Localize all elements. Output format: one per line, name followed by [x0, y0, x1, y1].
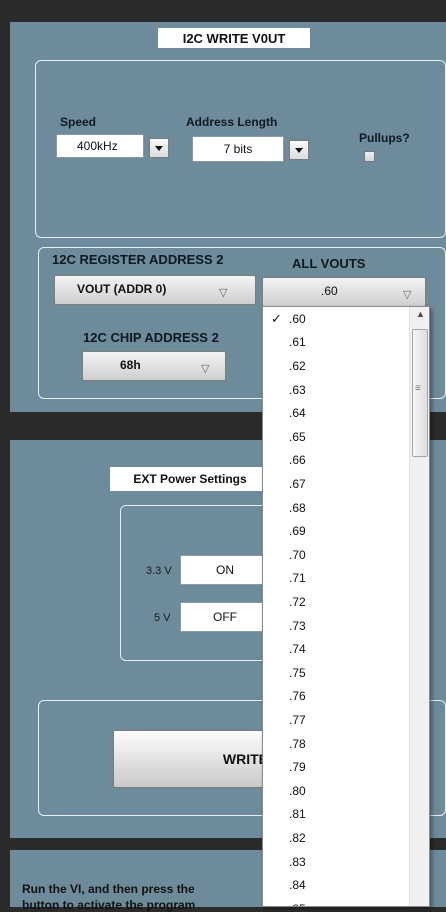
v5-status-field[interactable]: OFF [180, 602, 270, 632]
dropdown-option[interactable]: .65 [263, 425, 403, 449]
dropdown-option[interactable]: .74 [263, 637, 403, 661]
dropdown-option[interactable]: .71 [263, 567, 403, 591]
speed-value: 400kHz [77, 139, 118, 153]
dropdown-option[interactable]: .70 [263, 543, 403, 567]
dropdown-option[interactable]: .62 [263, 354, 403, 378]
chevron-down-icon [295, 147, 303, 153]
triangle-down-icon: ▽ [219, 287, 228, 299]
triangle-down-icon: ▽ [201, 363, 210, 375]
v33-label: 3.3 V [146, 565, 172, 577]
register-address-ring[interactable]: VOUT (ADDR 0) ▽ [54, 275, 256, 305]
all-vouts-label: ALL VOUTS [292, 256, 366, 271]
dropdown-scrollbar[interactable]: ▲ ≡ [409, 307, 429, 906]
address-length-label: Address Length [186, 115, 278, 129]
dropdown-option[interactable]: .81 [263, 803, 403, 827]
dropdown-option[interactable]: .76 [263, 685, 403, 709]
panel-title-i2c-write: I2C WRITE V0UT [158, 28, 310, 48]
dropdown-option[interactable]: .66 [263, 449, 403, 473]
v33-status-field[interactable]: ON [180, 555, 270, 585]
chevron-down-icon [155, 145, 163, 151]
all-vouts-value: .60 [321, 284, 338, 298]
register-address-value: VOUT (ADDR 0) [77, 282, 167, 296]
speed-label: Speed [60, 115, 97, 129]
chip-address-label: 12C CHIP ADDRESS 2 [83, 330, 219, 345]
pullups-checkbox[interactable] [364, 151, 375, 162]
dropdown-option[interactable]: .69 [263, 519, 403, 543]
instructions-line-1: Run the VI, and then press the [22, 882, 195, 896]
pullups-label: Pullups? [359, 131, 410, 145]
dropdown-option[interactable]: .75 [263, 661, 403, 685]
dropdown-option[interactable]: .82 [263, 826, 403, 850]
speed-field[interactable]: 400kHz [56, 134, 144, 158]
dropdown-option[interactable]: .80 [263, 779, 403, 803]
dropdown-option[interactable]: .60 [263, 307, 403, 331]
dropdown-option[interactable]: .85 [263, 897, 403, 906]
v5-label: 5 V [154, 612, 171, 624]
triangle-down-icon: ▽ [403, 289, 412, 301]
all-vouts-dropdown-list: .60.61.62.63.64.65.66.67.68.69.70.71.72.… [262, 306, 430, 907]
dropdown-option[interactable]: .73 [263, 614, 403, 638]
speed-dropdown-button[interactable] [149, 138, 169, 158]
scrollbar-thumb[interactable]: ≡ [412, 329, 428, 457]
chip-address-ring[interactable]: 68h ▽ [82, 351, 226, 381]
dropdown-option[interactable]: .78 [263, 732, 403, 756]
arrow-up-icon[interactable]: ▲ [416, 309, 425, 319]
all-vouts-ring[interactable]: .60 ▽ [262, 277, 426, 307]
dropdown-option[interactable]: .77 [263, 708, 403, 732]
panel-title-ext-power: EXT Power Settings [110, 467, 270, 491]
grip-icon: ≡ [415, 383, 421, 394]
dropdown-option[interactable]: .64 [263, 401, 403, 425]
dropdown-option[interactable]: .67 [263, 472, 403, 496]
dropdown-option[interactable]: .83 [263, 850, 403, 874]
v33-status-value: ON [216, 563, 234, 577]
instructions-line-2: button to activate the program [22, 898, 196, 912]
dropdown-option[interactable]: .68 [263, 496, 403, 520]
dropdown-options: .60.61.62.63.64.65.66.67.68.69.70.71.72.… [263, 307, 405, 906]
dropdown-option[interactable]: .84 [263, 873, 403, 897]
register-address-label: 12C REGISTER ADDRESS 2 [52, 252, 224, 267]
v5-status-value: OFF [213, 610, 237, 624]
dropdown-option[interactable]: .72 [263, 590, 403, 614]
dropdown-option[interactable]: .63 [263, 378, 403, 402]
address-length-value: 7 bits [223, 142, 253, 156]
checkmark-icon: ✓ [271, 311, 282, 326]
chip-address-value: 68h [120, 358, 141, 372]
dropdown-option[interactable]: .61 [263, 331, 403, 355]
address-length-dropdown-button[interactable] [289, 140, 309, 160]
dropdown-option[interactable]: .79 [263, 755, 403, 779]
address-length-field[interactable]: 7 bits [192, 136, 284, 162]
